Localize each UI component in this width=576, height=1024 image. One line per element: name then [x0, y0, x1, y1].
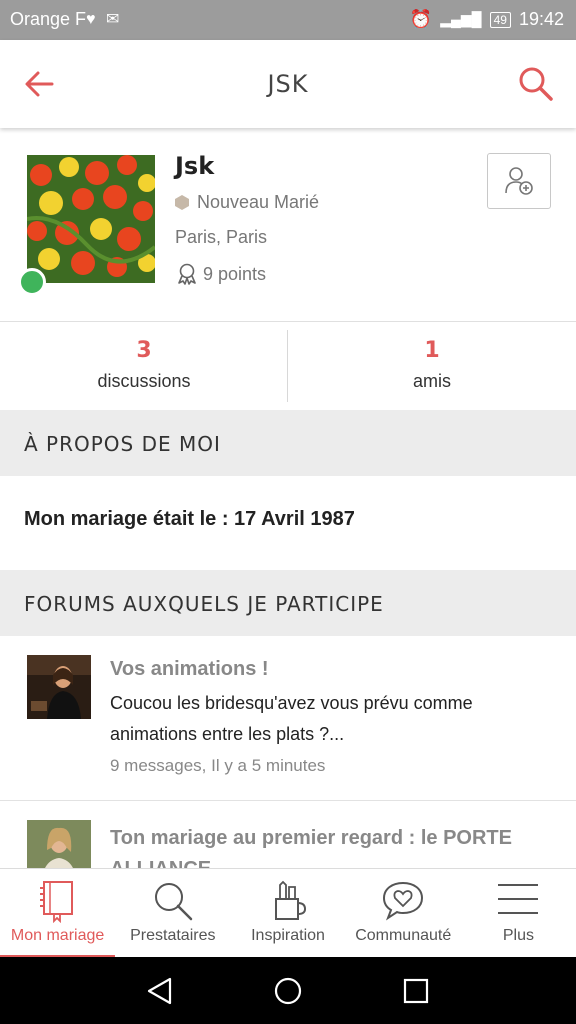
forum-thumbnail: [27, 655, 91, 719]
stat-discussions-label: discussions: [97, 371, 191, 391]
about-content: Mon mariage était le : 17 Avril 1987: [0, 476, 576, 570]
about-section-header: À PROPOS DE MOI: [0, 410, 576, 476]
system-navigation-bar: [0, 957, 576, 1024]
stat-friends[interactable]: 1 amis: [288, 322, 576, 410]
flowers-image: [27, 155, 155, 283]
battery-indicator: 49: [489, 11, 511, 28]
notebook-icon: [39, 881, 73, 923]
nav-label: Inspiration: [251, 927, 325, 944]
profile-location: Paris, Paris: [175, 227, 268, 247]
nav-label: Plus: [502, 927, 534, 944]
forum-thumbnail: [27, 820, 91, 868]
status-bar: Orange F ♥ ✉ ⏰ ▂▄▆█ 49 19:42: [0, 0, 576, 40]
forums-heading: FORUMS AUXQUELS JE PARTICIPE: [24, 592, 384, 616]
nav-communaute[interactable]: Communauté: [346, 869, 461, 958]
add-friend-button[interactable]: [487, 153, 551, 209]
recents-square-icon[interactable]: [400, 975, 432, 1007]
add-user-icon: [505, 167, 533, 195]
search-icon[interactable]: [516, 64, 556, 104]
profile-role-label: Nouveau Marié: [197, 192, 320, 212]
nav-plus[interactable]: Plus: [461, 869, 576, 958]
stat-discussions[interactable]: 3 discussions: [0, 322, 288, 410]
back-triangle-icon[interactable]: [144, 975, 176, 1007]
nav-inspiration[interactable]: Inspiration: [230, 869, 345, 958]
menu-icon: [498, 884, 539, 914]
forum-list-item[interactable]: Vos animations ! Coucou les bridesqu'ave…: [0, 636, 576, 801]
forums-section-header: FORUMS AUXQUELS JE PARTICIPE: [0, 570, 576, 636]
nav-prestataires[interactable]: Prestataires: [115, 869, 230, 958]
award-icon: [178, 263, 196, 285]
forum-meta: 9 messages, Il y a 5 minutes: [110, 756, 326, 775]
profile-points: 9 points: [175, 262, 266, 286]
page-title: JSK: [267, 70, 309, 98]
forum-excerpt: Coucou les bridesqu'avez vous prévu comm…: [110, 693, 473, 744]
alarm-icon: ⏰: [409, 9, 433, 29]
profile-name: Jsk: [175, 152, 215, 180]
heart-chat-icon: [383, 881, 424, 921]
status-time: 19:42: [518, 9, 564, 29]
bottom-navigation: Mon mariage Prestataires Inspiration Com…: [0, 868, 576, 958]
carrier-label: Orange F: [10, 9, 87, 29]
avatar[interactable]: [27, 155, 155, 283]
nav-mon-mariage[interactable]: Mon mariage: [0, 869, 116, 958]
nav-label: Prestataires: [130, 927, 216, 944]
app-bar: JSK: [0, 40, 576, 128]
nav-label: Mon mariage: [10, 927, 105, 944]
signal-icon: ▂▄▆█: [440, 11, 482, 27]
stat-friends-count: 1: [424, 338, 440, 363]
profile-header: Jsk Nouveau Marié Paris, Paris 9 points: [0, 128, 576, 322]
about-heading: À PROPOS DE MOI: [24, 432, 221, 456]
stat-friends-label: amis: [412, 371, 451, 391]
forum-title: Vos animations !: [110, 658, 269, 680]
search-icon: [154, 883, 193, 921]
profile-stats: 3 discussions 1 amis: [0, 322, 576, 410]
nav-label: Communauté: [355, 927, 452, 944]
wedding-date-text: Mon mariage était le : 17 Avril 1987: [24, 508, 355, 530]
profile-points-label: 9 points: [203, 263, 267, 284]
hexagon-badge-icon: [175, 195, 189, 210]
pencil-cup-icon: [275, 880, 307, 920]
notification-icons: ♥ ✉: [86, 11, 123, 28]
online-status-dot: [18, 268, 46, 296]
home-circle-icon[interactable]: [272, 975, 304, 1007]
profile-role: Nouveau Marié: [175, 192, 319, 213]
stats-divider: [287, 330, 288, 402]
stat-discussions-count: 3: [136, 338, 152, 363]
forum-title: Ton mariage au premier regard : le PORTE…: [110, 827, 512, 868]
forum-list-item[interactable]: Ton mariage au premier regard : le PORTE…: [0, 801, 576, 868]
